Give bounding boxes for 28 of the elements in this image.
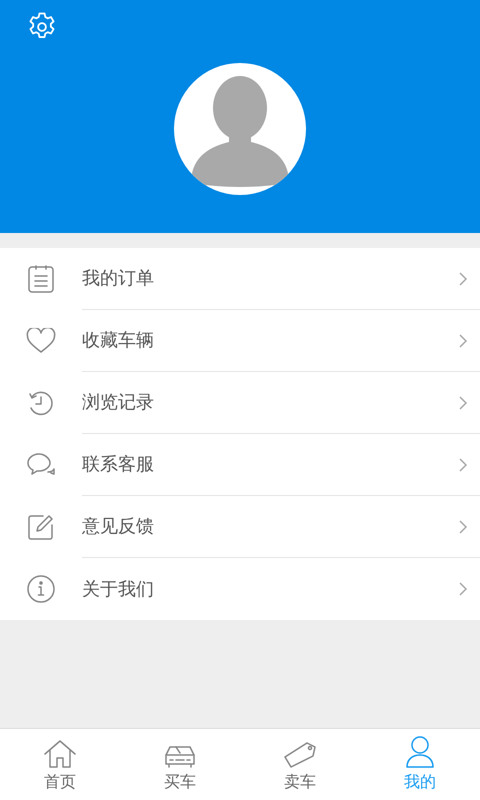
- person-icon: [405, 734, 435, 768]
- tab-item[interactable]: 买车: [120, 729, 240, 800]
- menu-label: 意见反馈: [82, 515, 155, 538]
- menu-item[interactable]: 联系客服: [0, 434, 480, 496]
- clock-icon: [27, 389, 55, 417]
- menu-item[interactable]: 我的订单: [0, 248, 480, 310]
- menu-item[interactable]: 浏览记录: [0, 372, 480, 434]
- menu-label: 我的订单: [82, 267, 155, 290]
- tab-item[interactable]: 卖车: [240, 729, 360, 800]
- menu-label: 关于我们: [82, 578, 155, 600]
- avatar[interactable]: [174, 63, 306, 195]
- menu-item[interactable]: 收藏车辆: [0, 310, 480, 372]
- chevron-icon: [458, 581, 468, 597]
- menu-item[interactable]: 关于我们: [0, 558, 480, 620]
- edit-icon: [27, 513, 55, 541]
- clipboard-icon: [27, 264, 55, 294]
- chevron-icon: [458, 394, 468, 410]
- tab-item[interactable]: 首页: [0, 729, 120, 800]
- menu-label: 浏览记录: [82, 391, 155, 414]
- chevron-icon: [458, 518, 468, 534]
- menu-item[interactable]: 意见反馈: [0, 496, 480, 558]
- chevron-icon: [458, 332, 468, 348]
- info-icon: [26, 574, 56, 604]
- menu-label: 联系客服: [82, 453, 155, 476]
- menu-label: 收藏车辆: [82, 329, 155, 352]
- chevron-icon: [458, 456, 468, 472]
- chevron-icon: [458, 270, 468, 286]
- heart-icon: [26, 328, 56, 354]
